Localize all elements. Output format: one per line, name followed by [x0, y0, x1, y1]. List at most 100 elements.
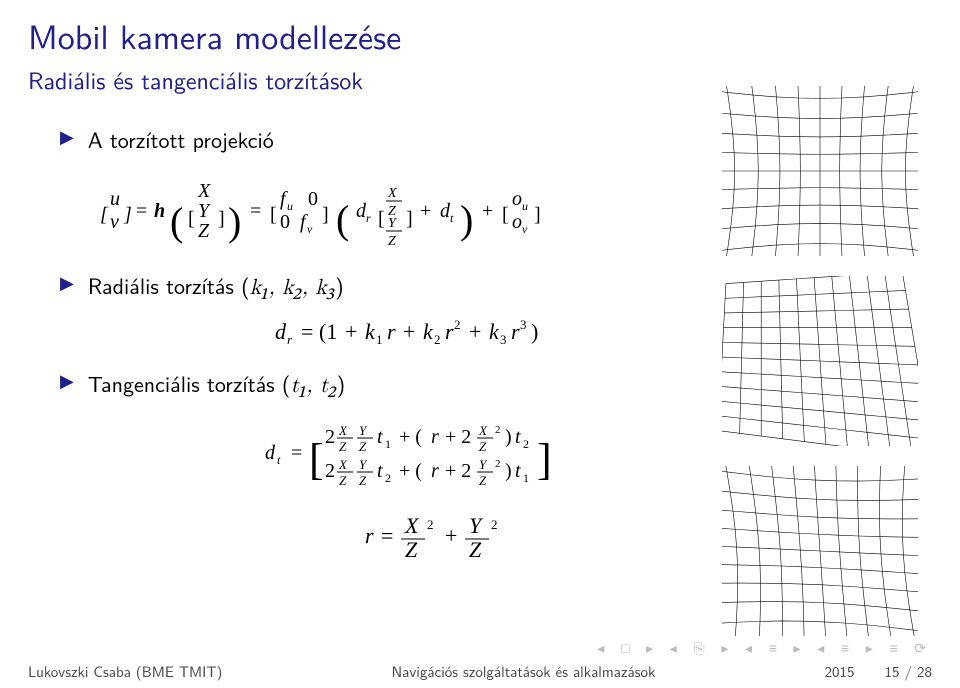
footer-author: Lukovszki Csaba (BME TMIT) [28, 660, 222, 682]
svg-text:2: 2 [434, 332, 441, 347]
svg-text:2: 2 [325, 426, 335, 448]
footer-title: Navigációs szolgáltatások és alkalmazáso… [392, 660, 656, 682]
svg-text:2: 2 [427, 517, 434, 532]
svg-text:h: h [154, 200, 165, 222]
svg-text:r: r [431, 460, 439, 482]
svg-text:u: u [110, 188, 120, 210]
svg-text:[: [ [378, 208, 385, 230]
svg-text:+: + [469, 319, 481, 344]
svg-text:t: t [277, 453, 281, 467]
svg-text:o: o [512, 188, 522, 210]
svg-text:Y: Y [198, 200, 211, 222]
svg-text:3: 3 [520, 317, 527, 332]
svg-text:): ) [228, 199, 241, 244]
svg-text:d: d [265, 442, 276, 464]
svg-text:Z: Z [339, 473, 347, 488]
svg-text:2: 2 [495, 458, 501, 470]
svg-text:Z: Z [479, 473, 487, 488]
svg-text:r: r [511, 319, 520, 344]
svg-text:X: X [338, 423, 348, 438]
svg-text:(: ( [170, 199, 183, 244]
svg-text:+ (: + ( [399, 460, 422, 482]
svg-text:t: t [515, 426, 521, 448]
svg-text:[: [ [309, 435, 324, 484]
bullet-1-text: A torzított projekció [88, 123, 274, 155]
svg-text:Z: Z [479, 439, 487, 454]
svg-text:X: X [197, 180, 211, 202]
svg-text:]: ] [218, 208, 225, 230]
bullet-marker-icon: ▶ [60, 123, 74, 149]
figure-tangential-distortion [722, 276, 918, 446]
svg-text:Z: Z [469, 537, 482, 562]
svg-text:+: + [345, 319, 357, 344]
svg-text:]: ] [534, 204, 541, 226]
svg-text:v: v [110, 211, 119, 233]
svg-text:3: 3 [500, 332, 507, 347]
svg-text:+: + [420, 200, 431, 222]
bullet-2-text: Radiális torzítás (k₁, k₂, k₃) [88, 269, 344, 303]
svg-text:k: k [423, 319, 434, 344]
svg-text:): ) [531, 319, 538, 344]
svg-text:t: t [450, 211, 454, 225]
svg-text:(1: (1 [319, 319, 337, 344]
figure-combined-distortion [722, 466, 918, 636]
svg-text:+: + [482, 200, 493, 222]
svg-text:2: 2 [495, 424, 501, 436]
footer-page: 2015 15 / 28 [824, 660, 932, 682]
svg-text:0: 0 [308, 188, 318, 210]
svg-text:k: k [489, 319, 500, 344]
svg-text:+: + [403, 319, 415, 344]
svg-text:r: r [431, 426, 439, 448]
svg-text:t: t [377, 426, 383, 448]
svg-text:k: k [365, 319, 376, 344]
svg-text:[: [ [100, 204, 109, 226]
beamer-nav-icons[interactable]: ◂ □ ▸ ◂ ⎘ ▸ ◂ ≡ ▸ ◂ ≡ ▸ ≡ ⟳ [597, 638, 932, 658]
svg-text:]: ] [406, 208, 413, 230]
svg-text:Z: Z [359, 439, 367, 454]
svg-text:r: r [287, 332, 293, 347]
svg-text:Y: Y [359, 423, 368, 438]
bullet-marker-icon: ▶ [60, 367, 74, 393]
svg-text:+ (: + ( [399, 426, 422, 448]
svg-text:=: = [301, 319, 313, 344]
svg-text:[: [ [502, 204, 509, 226]
svg-text:Z: Z [388, 234, 396, 249]
svg-text:Y: Y [359, 457, 368, 472]
svg-text:2: 2 [491, 517, 498, 532]
svg-text:Y: Y [388, 216, 398, 231]
figure-radial-distortion [722, 86, 918, 256]
svg-text:r: r [445, 319, 454, 344]
svg-text:X: X [404, 513, 420, 538]
svg-text:1: 1 [376, 332, 383, 347]
svg-text:v: v [522, 222, 528, 236]
svg-text:r: r [366, 211, 371, 225]
svg-text:Y: Y [479, 457, 488, 472]
svg-text:2: 2 [325, 460, 335, 482]
svg-text:): ) [505, 460, 512, 482]
svg-text:[: [ [188, 208, 195, 230]
svg-text:]: ] [537, 435, 552, 484]
page-title: Mobil kamera modellezése [0, 0, 960, 60]
bullet-3-text: Tangenciális torzítás (t₁, t₂) [88, 367, 345, 401]
svg-text:t: t [515, 460, 521, 482]
svg-text:=: = [381, 523, 393, 548]
svg-text:]: ] [123, 204, 132, 226]
svg-text:Z: Z [359, 473, 367, 488]
svg-text:0: 0 [280, 211, 290, 233]
svg-text:X: X [387, 186, 397, 201]
svg-text:(: ( [336, 197, 349, 242]
svg-text:): ) [460, 197, 473, 242]
svg-text:u: u [522, 199, 528, 213]
svg-text:2: 2 [385, 471, 391, 485]
svg-text:X: X [338, 457, 348, 472]
svg-text:r: r [365, 523, 374, 548]
svg-text:=: = [250, 200, 261, 222]
svg-text:=: = [291, 442, 302, 464]
svg-text:2: 2 [523, 437, 529, 451]
svg-text:Z: Z [339, 439, 347, 454]
svg-text:Z: Z [405, 537, 418, 562]
svg-text:Y: Y [469, 513, 484, 538]
svg-text:r: r [387, 319, 396, 344]
svg-text:+ 2: + 2 [445, 460, 471, 482]
svg-text:+: + [445, 523, 457, 548]
